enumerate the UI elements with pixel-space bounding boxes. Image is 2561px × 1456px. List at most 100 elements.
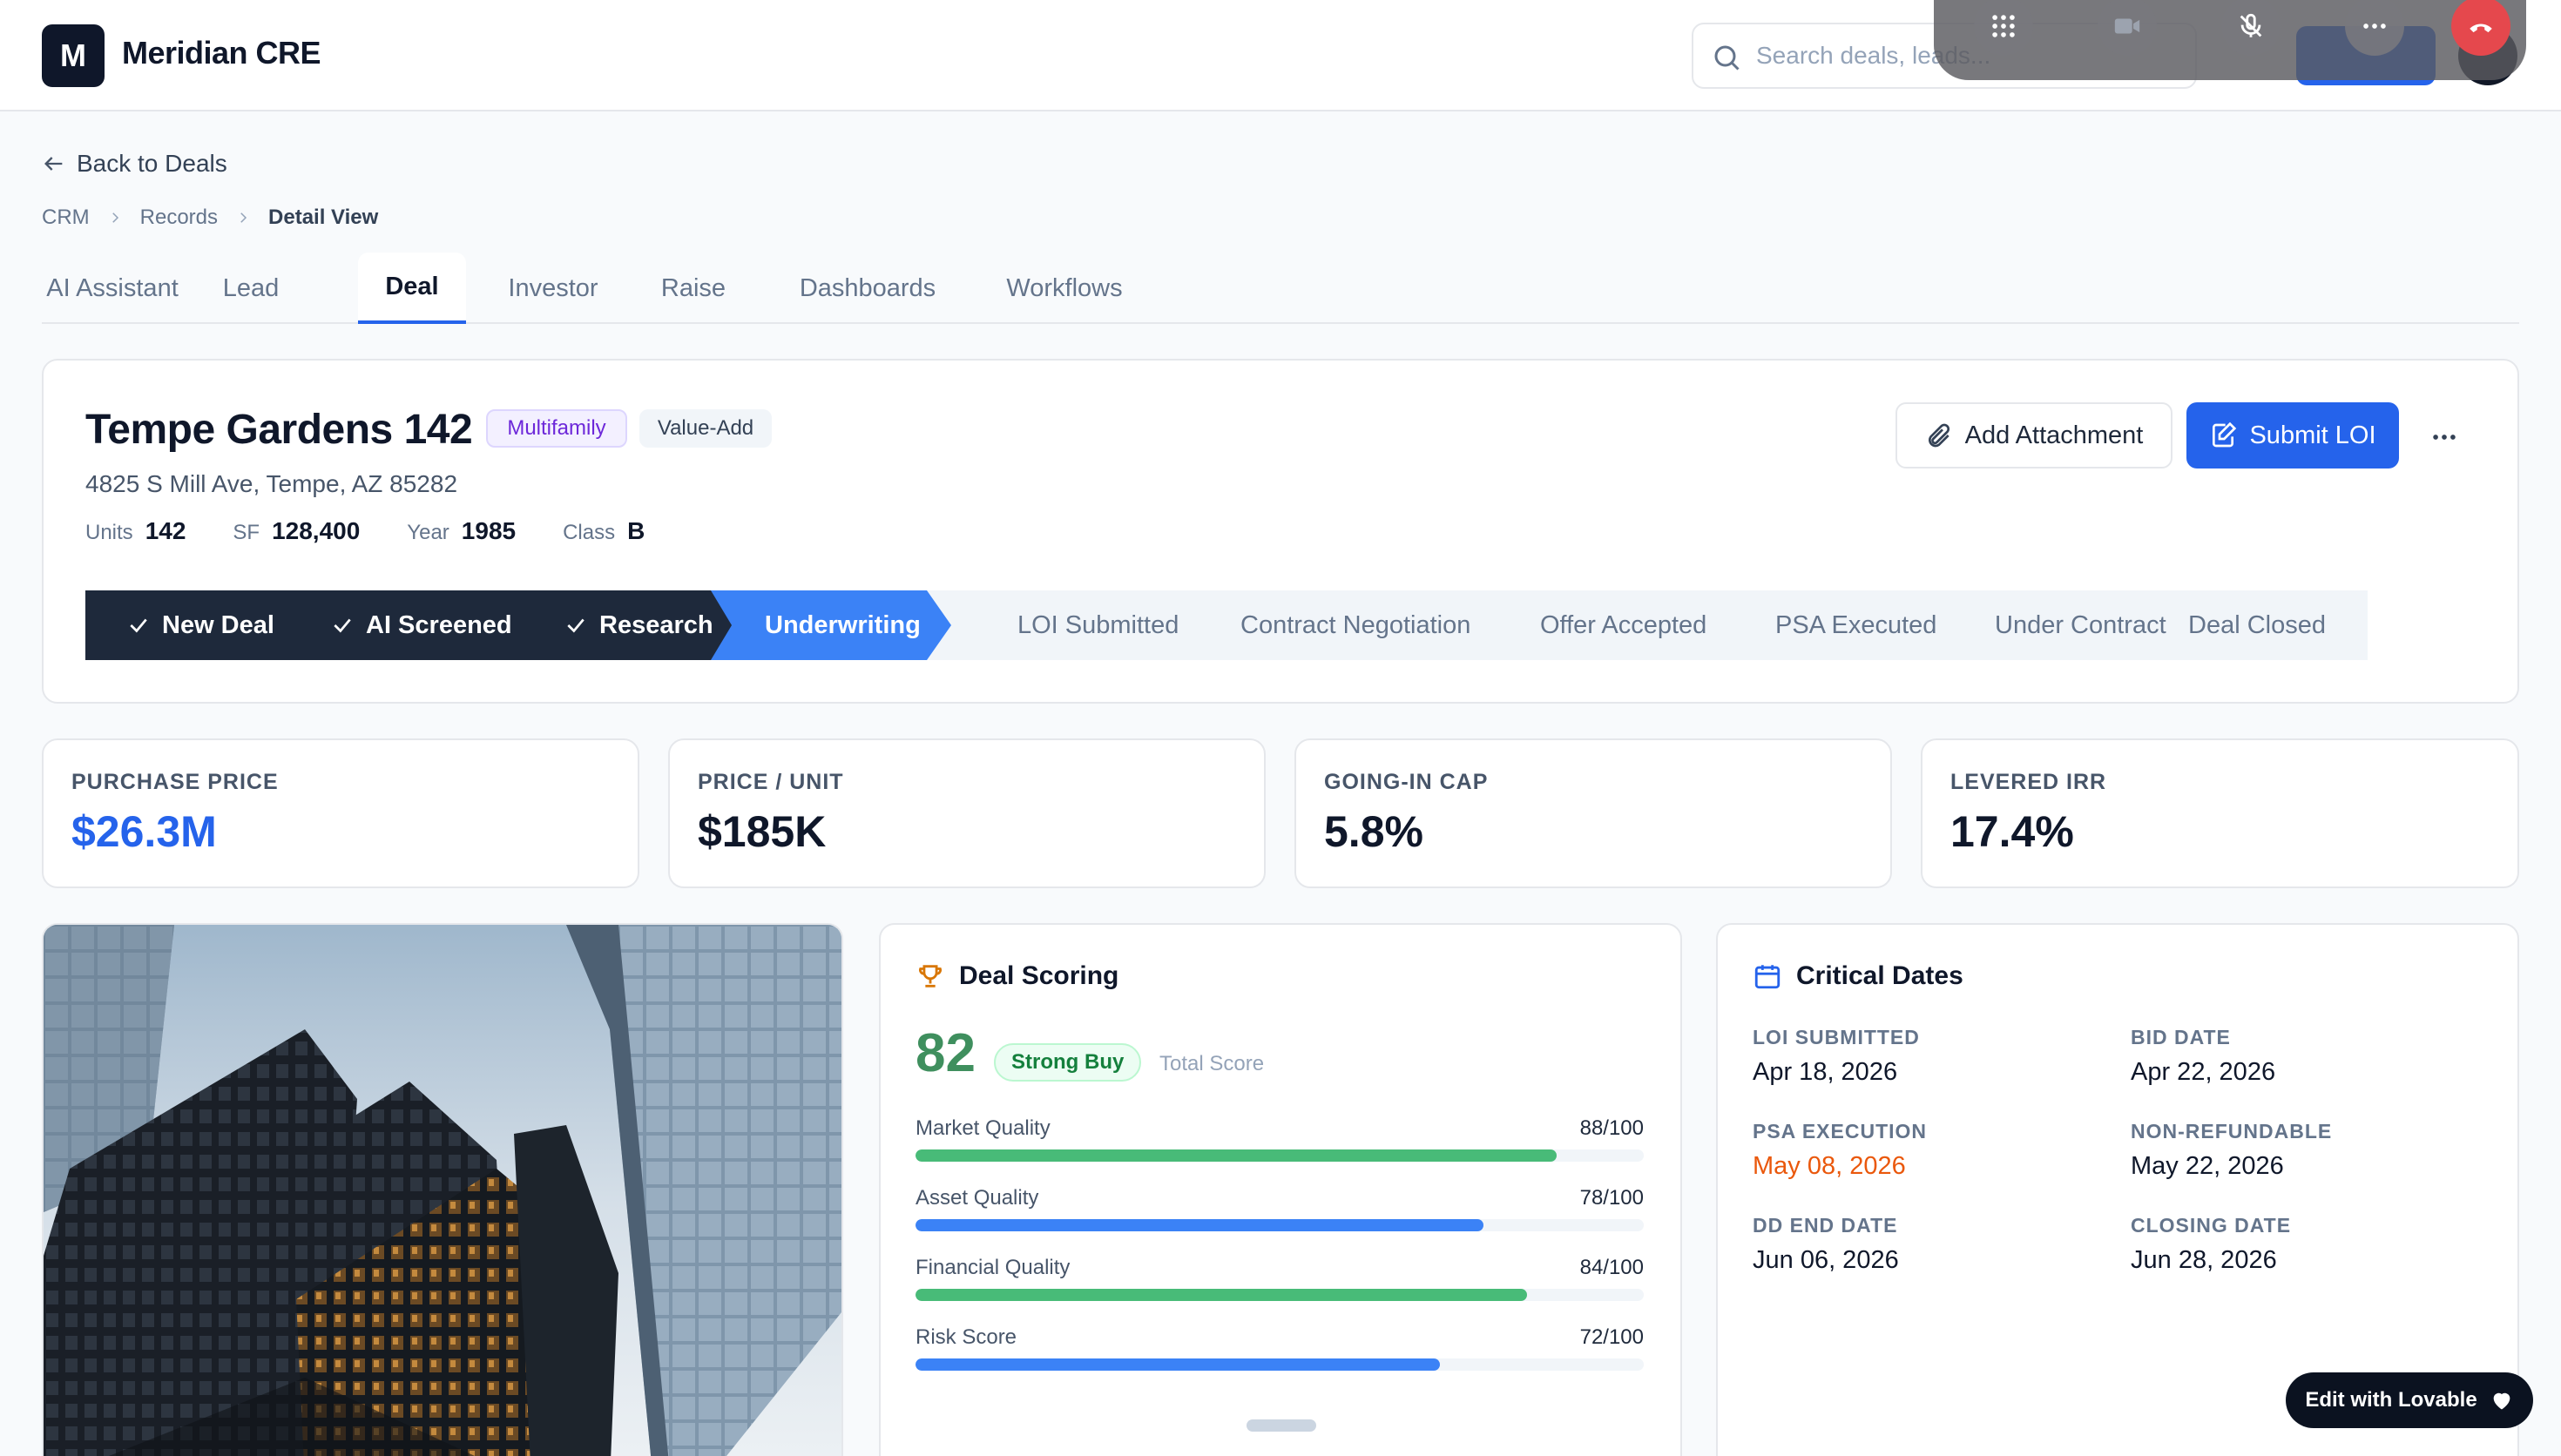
- tab-workflows[interactable]: Workflows: [979, 253, 1150, 324]
- date-dd-end: DD END DATE Jun 06, 2026: [1753, 1214, 1899, 1275]
- metric-value: 88/100: [1579, 1116, 1644, 1140]
- chevron-right-icon: [111, 212, 118, 223]
- metric-track: [916, 1358, 1644, 1371]
- chevron-right-icon: [240, 212, 247, 223]
- metric-risk-score: Risk Score 72/100: [916, 1325, 1644, 1378]
- more-options-button[interactable]: [2422, 415, 2467, 460]
- stage-ai-screened[interactable]: AI Screened: [331, 590, 512, 660]
- tab-lead[interactable]: Lead: [202, 253, 300, 324]
- kpi-going-in-cap: GOING-IN CAP 5.8%: [1294, 738, 1892, 888]
- breadcrumb: CRM Records Detail View: [42, 206, 378, 230]
- stage-underwriting[interactable]: Underwriting: [765, 590, 921, 660]
- check-icon: [130, 618, 147, 633]
- tab-dashboards[interactable]: Dashboards: [779, 253, 956, 324]
- grid-icon[interactable]: [1974, 0, 2033, 56]
- critical-dates-title: Critical Dates: [1796, 961, 1963, 990]
- stage-loi-submitted[interactable]: LOI Submitted: [1017, 590, 1179, 660]
- meta-year-label: Year: [407, 521, 449, 544]
- date-value: May 22, 2026: [2131, 1152, 2284, 1180]
- add-attachment-button[interactable]: Add Attachment: [1895, 402, 2172, 468]
- check-icon: [334, 618, 351, 633]
- stage-offer-accepted[interactable]: Offer Accepted: [1540, 590, 1706, 660]
- trophy-icon: [919, 965, 942, 988]
- deal-meta: Units 142 SF 128,400 Year 1985 Class B: [85, 517, 679, 545]
- date-value: Jun 28, 2026: [2131, 1246, 2277, 1274]
- meta-units-label: Units: [85, 521, 133, 544]
- metric-market-quality: Market Quality 88/100: [916, 1116, 1644, 1169]
- metric-financial-quality: Financial Quality 84/100: [916, 1256, 1644, 1308]
- stage-label: Research: [599, 610, 713, 639]
- kpi-value: 5.8%: [1324, 807, 1423, 856]
- scroll-handle[interactable]: [1247, 1419, 1316, 1432]
- kpi-price-per-unit: PRICE / UNIT $185K: [668, 738, 1266, 888]
- tab-ai-assistant[interactable]: AI Assistant: [42, 253, 183, 324]
- tab-investor[interactable]: Investor: [488, 253, 618, 324]
- more-icon[interactable]: [2345, 0, 2404, 56]
- deal-scoring-title: Deal Scoring: [959, 961, 1119, 990]
- metric-value: 84/100: [1579, 1256, 1644, 1279]
- breadcrumb-crm[interactable]: CRM: [42, 206, 90, 230]
- stage-research[interactable]: Research: [564, 590, 713, 660]
- date-psa-execution: PSA EXECUTION May 08, 2026: [1753, 1120, 1927, 1181]
- date-label: CLOSING DATE: [2131, 1214, 2292, 1237]
- kpi-levered-irr: LEVERED IRR 17.4%: [1921, 738, 2519, 888]
- back-label: Back to Deals: [77, 150, 227, 177]
- camera-icon[interactable]: [2098, 0, 2157, 56]
- date-value: May 08, 2026: [1753, 1152, 1906, 1180]
- property-photo: [42, 923, 843, 1456]
- stage-deal-closed[interactable]: Deal Closed: [2188, 590, 2326, 660]
- metric-label: Financial Quality: [916, 1256, 1071, 1279]
- deal-scoring-header: Deal Scoring: [916, 961, 1118, 991]
- kpi-label: GOING-IN CAP: [1324, 770, 1489, 794]
- meta-class-value: B: [627, 517, 645, 544]
- stage-label: New Deal: [162, 610, 274, 639]
- property-type-badge: Multifamily: [486, 409, 627, 448]
- meta-units-value: 142: [145, 517, 186, 544]
- critical-dates-header: Critical Dates: [1753, 961, 1963, 991]
- edit-with-lovable-button[interactable]: Edit with Lovable: [2286, 1372, 2533, 1428]
- call-controls: [1934, 0, 2526, 80]
- kpi-value: 17.4%: [1950, 807, 2074, 856]
- tab-deal[interactable]: Deal: [358, 253, 466, 324]
- metric-track: [916, 1219, 1644, 1231]
- metric-value: 72/100: [1579, 1325, 1644, 1349]
- date-value: Apr 22, 2026: [2131, 1058, 2276, 1086]
- date-non-refundable: NON-REFUNDABLE May 22, 2026: [2131, 1120, 2332, 1181]
- stage-contract-negotiation[interactable]: Contract Negotiation: [1240, 590, 1470, 660]
- metric-value: 78/100: [1579, 1186, 1644, 1210]
- date-label: NON-REFUNDABLE: [2131, 1120, 2333, 1143]
- date-label: PSA EXECUTION: [1753, 1120, 1928, 1143]
- heart-icon: [2493, 1392, 2510, 1410]
- metric-fill: [916, 1289, 1528, 1301]
- deal-scoring-card: Deal Scoring 82 Strong Buy Total Score M…: [879, 923, 1682, 1456]
- submit-loi-button[interactable]: Submit LOI: [2186, 402, 2399, 468]
- stage-under-contract[interactable]: Under Contract: [1995, 590, 2166, 660]
- date-closing: CLOSING DATE Jun 28, 2026: [2131, 1214, 2291, 1275]
- metric-fill: [916, 1149, 1557, 1162]
- kpi-value: $185K: [698, 807, 827, 856]
- date-bid: BID DATE Apr 22, 2026: [2131, 1026, 2275, 1087]
- back-to-deals-link[interactable]: Back to Deals: [42, 150, 227, 178]
- tab-raise[interactable]: Raise: [641, 253, 746, 324]
- calendar-icon: [1754, 965, 1781, 989]
- breadcrumb-current: Detail View: [268, 206, 379, 229]
- check-icon: [567, 618, 585, 633]
- end-call-icon[interactable]: [2451, 0, 2510, 56]
- stage-psa-executed[interactable]: PSA Executed: [1775, 590, 1936, 660]
- submit-loi-label: Submit LOI: [2249, 421, 2376, 449]
- metric-label: Market Quality: [916, 1116, 1051, 1140]
- date-value: Jun 06, 2026: [1753, 1246, 1899, 1274]
- kpi-label: LEVERED IRR: [1950, 770, 2107, 794]
- meta-class-label: Class: [563, 521, 616, 544]
- mic-off-icon[interactable]: [2221, 0, 2281, 56]
- kpi-label: PURCHASE PRICE: [71, 770, 279, 794]
- meta-sf-label: SF: [233, 521, 260, 544]
- date-label: DD END DATE: [1753, 1214, 1898, 1237]
- stage-new-deal[interactable]: New Deal: [85, 590, 274, 660]
- paperclip-icon: [1928, 423, 1949, 448]
- breadcrumb-records[interactable]: Records: [140, 206, 218, 230]
- arrow-left-icon: [44, 157, 63, 171]
- date-label: BID DATE: [2131, 1026, 2231, 1048]
- metric-fill: [916, 1358, 1440, 1371]
- rating-badge: Strong Buy: [994, 1043, 1142, 1082]
